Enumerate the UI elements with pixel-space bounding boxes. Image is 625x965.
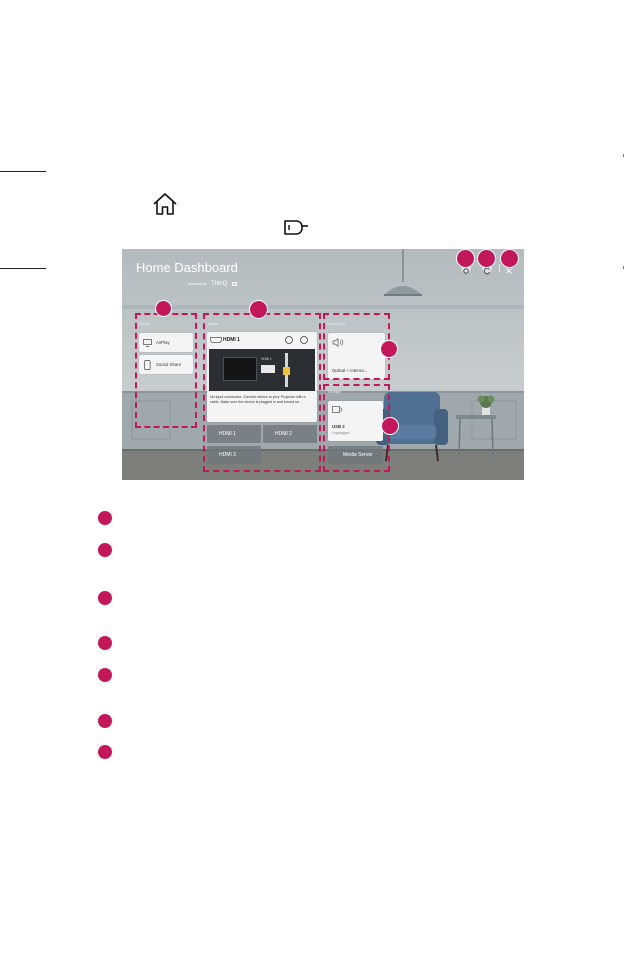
callout-badge bbox=[477, 249, 496, 268]
callout-badge bbox=[456, 249, 475, 268]
callout-badge bbox=[381, 417, 399, 435]
callout-badge bbox=[500, 249, 519, 268]
callout-badge bbox=[249, 300, 268, 319]
mobile-section-outline bbox=[135, 313, 197, 428]
margin-rule-top bbox=[0, 171, 46, 172]
callout-marker-5 bbox=[98, 668, 112, 682]
subtitle-prefix: powered by bbox=[188, 282, 207, 286]
divider bbox=[499, 264, 500, 272]
callout-marker-2 bbox=[98, 543, 112, 557]
corner-mark bbox=[623, 266, 624, 269]
dashboard-title: Home Dashboard bbox=[136, 260, 238, 275]
subtitle-tag: AI bbox=[231, 282, 238, 286]
storage-section-outline bbox=[323, 384, 390, 472]
home-icon bbox=[153, 193, 177, 215]
callout-badge bbox=[380, 340, 398, 358]
callout-badge bbox=[155, 300, 172, 317]
corner-mark bbox=[623, 154, 624, 157]
subtitle-brand: ThinQ bbox=[211, 281, 228, 287]
callout-marker-6 bbox=[98, 714, 112, 728]
inputs-section-outline bbox=[203, 313, 321, 472]
dashboard-subtitle: powered by ThinQ AI bbox=[188, 277, 238, 288]
callout-marker-1 bbox=[98, 511, 112, 525]
margin-rule-bottom bbox=[0, 268, 46, 269]
callout-marker-4 bbox=[98, 636, 112, 650]
input-connector-icon bbox=[284, 220, 308, 235]
callout-marker-7 bbox=[98, 745, 112, 759]
callout-marker-3 bbox=[98, 591, 112, 605]
